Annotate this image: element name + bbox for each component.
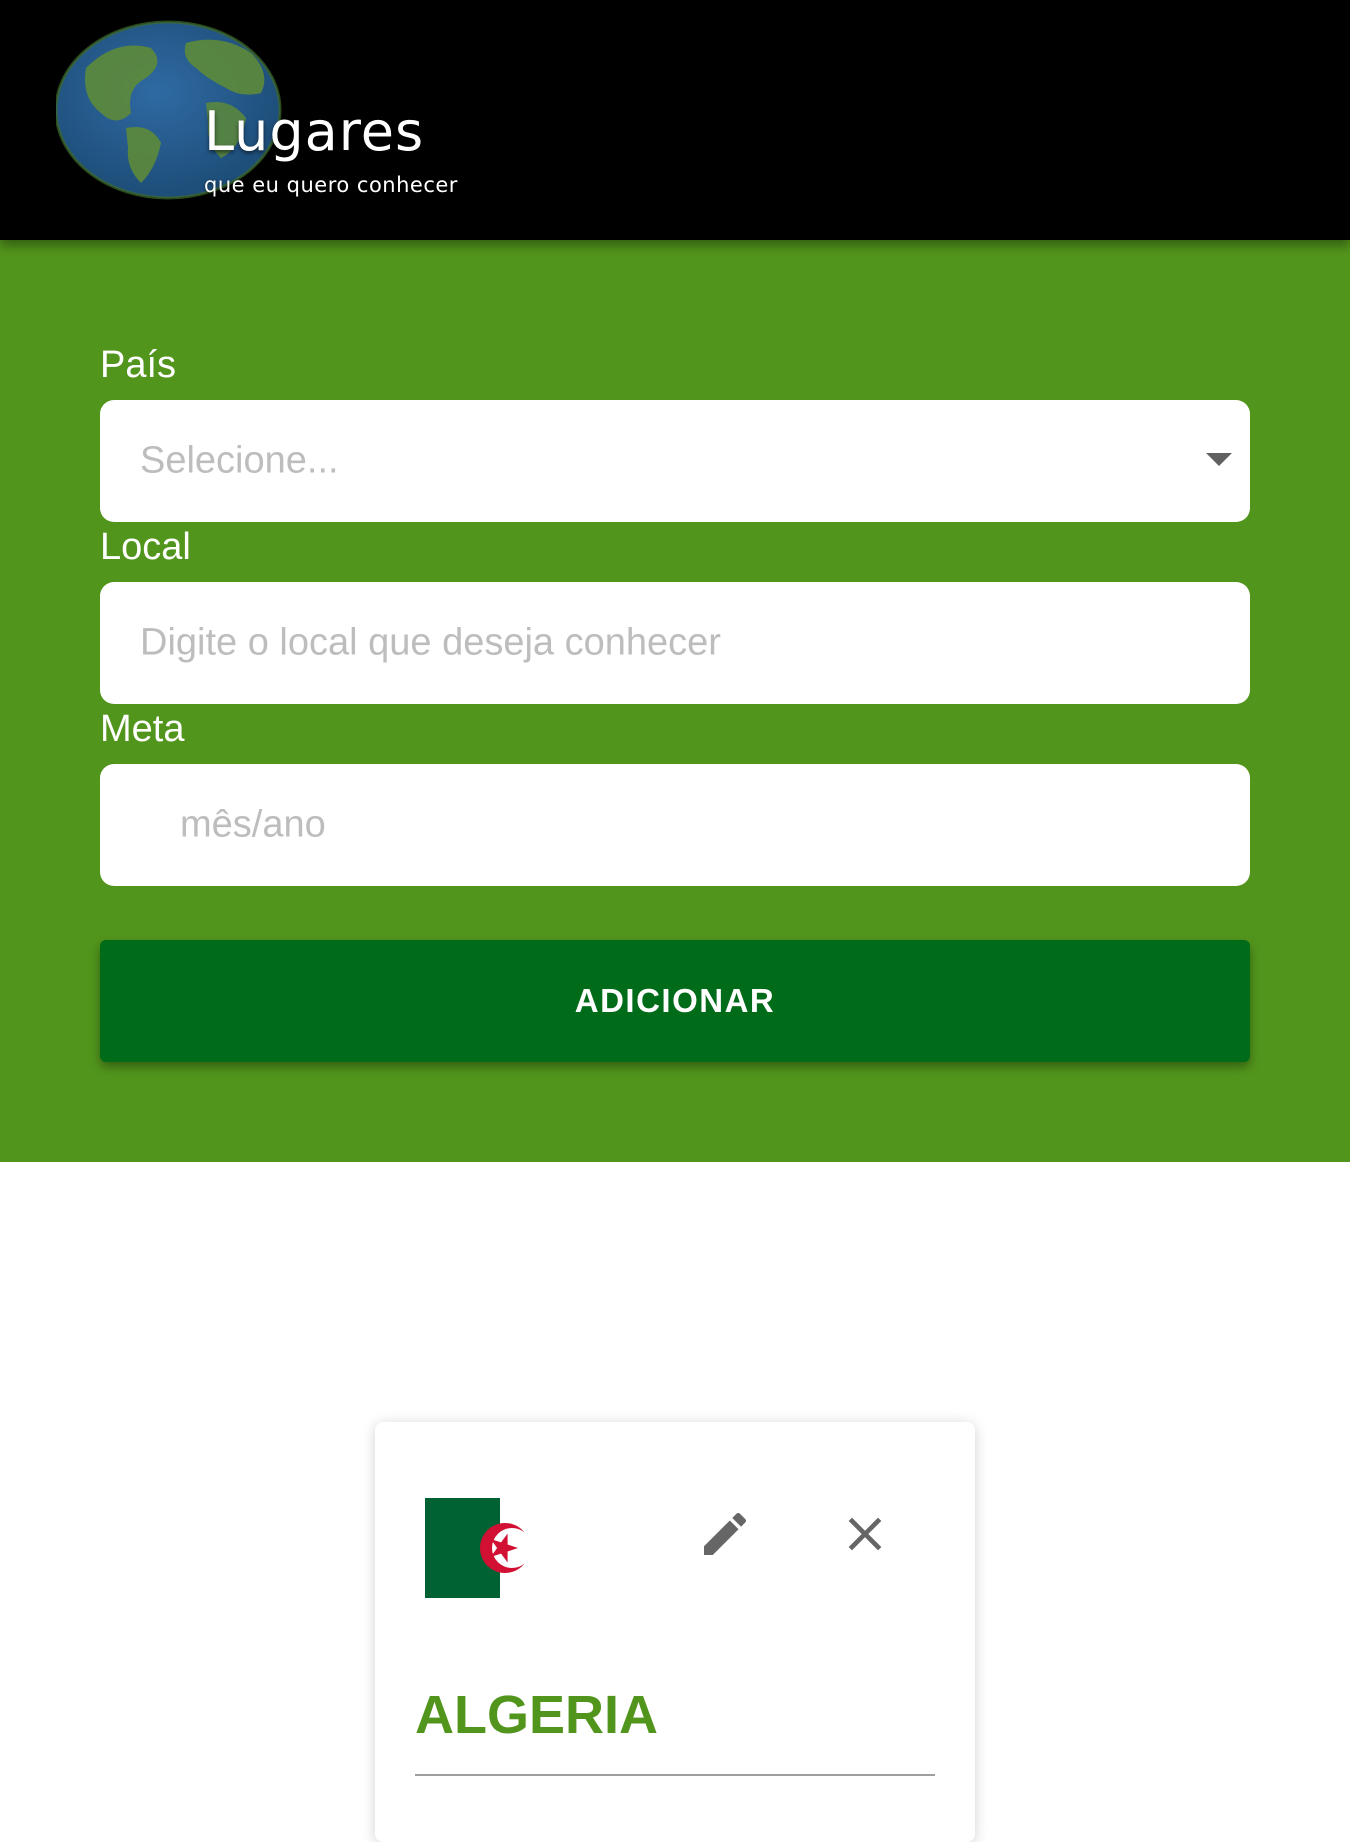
- logo-title: Lugares: [204, 100, 425, 163]
- dropdown-caret-icon[interactable]: [1206, 453, 1232, 466]
- card-divider: [415, 1774, 935, 1776]
- close-icon[interactable]: [837, 1506, 893, 1562]
- algeria-flag-icon: [425, 1498, 525, 1598]
- goal-date-input[interactable]: mês/ano: [100, 764, 1250, 886]
- goal-date-placeholder: mês/ano: [180, 803, 326, 846]
- add-place-form: País Selecione... Local Digite o local q…: [0, 240, 1350, 1162]
- country-select-placeholder: Selecione...: [140, 439, 339, 482]
- country-select[interactable]: Selecione...: [100, 400, 1250, 522]
- card-country-name: ALGERIA: [415, 1685, 658, 1745]
- goal-label: Meta: [100, 708, 185, 750]
- logo-subtitle: que eu quero conhecer: [204, 173, 458, 197]
- place-input-placeholder: Digite o local que deseja conhecer: [140, 621, 721, 664]
- place-input[interactable]: Digite o local que deseja conhecer: [100, 582, 1250, 704]
- add-button[interactable]: ADICIONAR: [100, 940, 1250, 1062]
- logo[interactable]: Lugares que eu quero conhecer: [56, 18, 496, 204]
- place-label: Local: [100, 526, 191, 568]
- country-label: País: [100, 344, 177, 386]
- pencil-icon[interactable]: [697, 1506, 753, 1562]
- place-card: ALGERIA: [375, 1422, 975, 1842]
- app-header: Lugares que eu quero conhecer: [0, 0, 1350, 240]
